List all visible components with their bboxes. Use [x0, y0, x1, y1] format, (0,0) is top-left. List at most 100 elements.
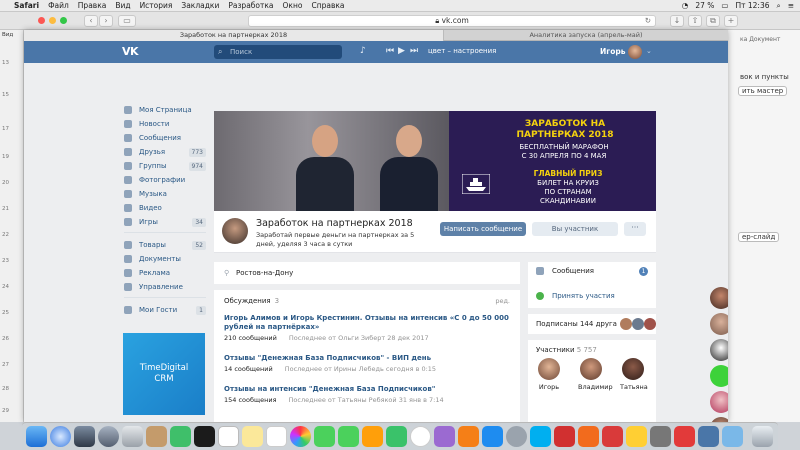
location-text[interactable]: Ростов-на-Дону [236, 269, 293, 277]
topic-title[interactable]: Отзывы на интенсив "Денежная База Подпис… [224, 385, 514, 394]
chat-avatar[interactable] [710, 391, 728, 413]
calendar-icon[interactable] [218, 426, 239, 447]
reload-icon[interactable]: ↻ [645, 16, 651, 26]
sidebar-item-groups[interactable]: Группы 974 [124, 159, 206, 173]
sidebar-item-documents[interactable]: Документы [124, 252, 206, 266]
search-icon[interactable]: ⌕ [777, 1, 781, 11]
sidebar-item-friends[interactable]: Друзья 773 [124, 145, 206, 159]
sidebar-item-guests[interactable]: Мои Гости 1 [124, 303, 206, 317]
xmind-icon[interactable] [674, 426, 695, 447]
header-user-name[interactable]: Игорь [600, 47, 625, 56]
flashcard-icon[interactable] [554, 426, 575, 447]
menu-history[interactable]: История [140, 1, 173, 10]
facetime-icon[interactable] [338, 426, 359, 447]
sidebar-item-my-page[interactable]: Моя Страница [124, 103, 206, 117]
menu-view[interactable]: Вид [115, 1, 130, 10]
launchpad-icon[interactable] [98, 426, 119, 447]
menu-edit[interactable]: Правка [78, 1, 107, 10]
tab-active[interactable]: Заработок на партнерках 2018 [24, 30, 444, 41]
downloads-button[interactable]: ↓ [670, 15, 684, 27]
sidebar-item-ads[interactable]: Реклама [124, 266, 206, 280]
list-icon[interactable]: ≡ [788, 1, 794, 10]
itunes-icon[interactable] [410, 426, 431, 447]
prev-track-icon[interactable]: ⏮ [386, 46, 394, 56]
numbers-icon[interactable] [386, 426, 407, 447]
wifi-icon[interactable]: ◔ [682, 1, 689, 10]
menu-help[interactable]: Справка [311, 1, 344, 10]
discussion-topic[interactable]: Отзывы на интенсив "Денежная База Подпис… [224, 385, 514, 404]
forward-button[interactable]: › [99, 15, 113, 27]
sidebar-item-messages[interactable]: Сообщения [124, 131, 206, 145]
sidebar-item-games[interactable]: Игры 34 [124, 215, 206, 229]
discussions-edit-link[interactable]: ред. [495, 297, 510, 305]
vk-app-icon[interactable] [698, 426, 719, 447]
vk-search-input[interactable]: ⌕ Поиск [214, 45, 342, 59]
ibooks-icon[interactable] [458, 426, 479, 447]
vk-logo[interactable]: VK [122, 45, 139, 58]
members-title[interactable]: Участники 5 757 [536, 346, 597, 354]
friends-subscribed-block[interactable]: Подписаны 144 друга [528, 314, 656, 334]
system-preferences-icon[interactable] [506, 426, 527, 447]
more-actions-button[interactable]: ··· [624, 222, 646, 236]
discussion-topic[interactable]: Отзывы "Денежная База Подписчиков" - ВИП… [224, 354, 514, 373]
minimize-window-icon[interactable] [49, 17, 56, 24]
app-store-icon[interactable] [482, 426, 503, 447]
play-icon[interactable]: ▶ [398, 46, 405, 56]
new-tab-button[interactable]: + [724, 15, 738, 27]
safari-icon[interactable] [50, 426, 71, 447]
photos-icon[interactable] [290, 426, 311, 447]
archive-icon[interactable] [650, 426, 671, 447]
podcasts-icon[interactable] [434, 426, 455, 447]
next-track-icon[interactable]: ⏭ [410, 46, 418, 56]
sidebar-item-music[interactable]: Музыка [124, 187, 206, 201]
member-item[interactable]: Игорь [536, 358, 562, 391]
menu-file[interactable]: Файл [48, 1, 69, 10]
menu-app-safari[interactable]: Safari [14, 1, 39, 10]
send-message-button[interactable]: Написать сообщение [440, 222, 526, 236]
notes-icon[interactable] [242, 426, 263, 447]
back-button[interactable]: ‹ [84, 15, 98, 27]
sidebar-item-video[interactable]: Видео [124, 201, 206, 215]
doc-slide-button[interactable]: ер-слайд [738, 232, 780, 242]
close-window-icon[interactable] [38, 17, 45, 24]
topic-title[interactable]: Игорь Алимов и Игорь Крестинин. Отзывы н… [224, 314, 514, 332]
player-track-title[interactable]: цвет – настроения [428, 47, 496, 55]
terminal-icon[interactable] [194, 426, 215, 447]
sidebar-item-manage[interactable]: Управление [124, 280, 206, 294]
discussions-header[interactable]: Обсуждения 3 [224, 297, 279, 305]
downloads-folder-icon[interactable] [722, 426, 743, 447]
skype-icon[interactable] [530, 426, 551, 447]
headphones-icon[interactable] [626, 426, 647, 447]
reminders-icon[interactable] [266, 426, 287, 447]
music-app-icon[interactable] [362, 426, 383, 447]
topic-title[interactable]: Отзывы "Денежная База Подписчиков" - ВИП… [224, 354, 514, 363]
member-item[interactable]: Владимир [578, 358, 613, 391]
zoom-window-icon[interactable] [60, 17, 67, 24]
chat-avatar[interactable] [710, 365, 728, 387]
battery-percent[interactable]: 27 % [695, 1, 714, 10]
tabs-overview-button[interactable]: ⧉ [706, 15, 720, 27]
member-item[interactable]: Татьяна [620, 358, 648, 391]
address-bar[interactable]: 🔒︎ vk.com ↻ [248, 15, 656, 27]
group-messages-link[interactable]: Сообщения [536, 267, 594, 275]
sidebar-item-goods[interactable]: Товары 52 [124, 238, 206, 252]
evernote-icon[interactable] [170, 426, 191, 447]
notifications-bell-icon[interactable]: ♪ [360, 46, 366, 56]
menu-bookmarks[interactable]: Закладки [181, 1, 219, 10]
clock[interactable]: Пт 12:36 [735, 1, 769, 10]
trash-icon[interactable] [752, 426, 773, 447]
sidebar-item-news[interactable]: Новости [124, 117, 206, 131]
mail-icon[interactable] [122, 426, 143, 447]
group-avatar[interactable] [222, 218, 248, 244]
menu-window[interactable]: Окно [283, 1, 303, 10]
doc-wizard-button[interactable]: ить мастер [738, 86, 788, 96]
member-status-button[interactable]: Вы участник [532, 222, 618, 236]
chat-avatar[interactable] [710, 339, 728, 361]
chat-avatar[interactable] [710, 287, 728, 309]
vlc-icon[interactable] [578, 426, 599, 447]
tab-analytics[interactable]: Аналитика запуска (апрель-май) [444, 30, 728, 41]
share-button[interactable]: ⇧ [688, 15, 702, 27]
discussion-topic[interactable]: Игорь Алимов и Игорь Крестинин. Отзывы н… [224, 314, 514, 342]
chevron-down-icon[interactable]: ⌄ [646, 47, 652, 55]
siri-icon[interactable] [74, 426, 95, 447]
